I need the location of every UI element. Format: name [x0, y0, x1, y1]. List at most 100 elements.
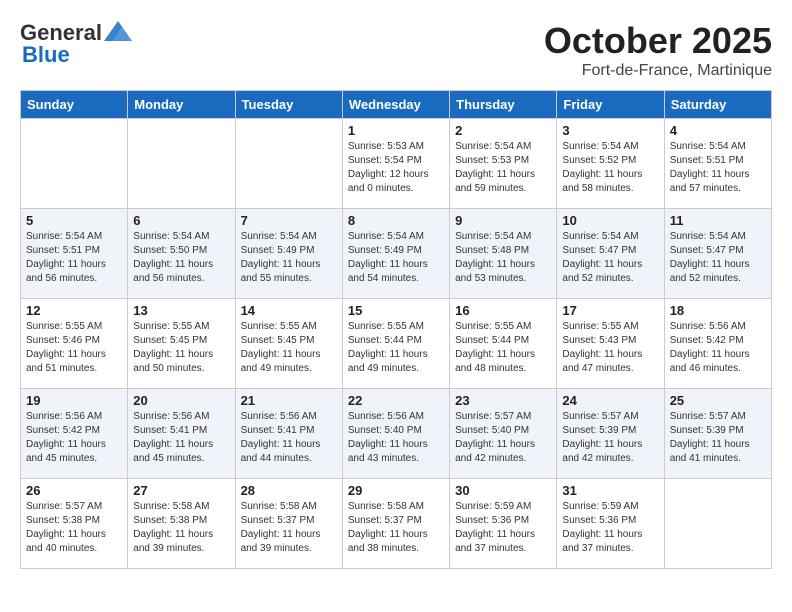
logo-blue-text: Blue: [22, 42, 70, 68]
day-info: Sunrise: 5:54 AM Sunset: 5:52 PM Dayligh…: [562, 140, 658, 196]
day-info: Sunrise: 5:55 AM Sunset: 5:46 PM Dayligh…: [26, 320, 122, 376]
calendar-day-17: 17 Sunrise: 5:55 AM Sunset: 5:43 PM Dayli…: [557, 299, 664, 389]
day-number: 8: [348, 213, 444, 228]
calendar-day-11: 11 Sunrise: 5:54 AM Sunset: 5:47 PM Dayli…: [664, 209, 771, 299]
calendar-day-9: 9 Sunrise: 5:54 AM Sunset: 5:48 PM Daylig…: [450, 209, 557, 299]
day-info: Sunrise: 5:59 AM Sunset: 5:36 PM Dayligh…: [455, 500, 551, 556]
logo-icon: [104, 21, 132, 41]
day-number: 16: [455, 303, 551, 318]
day-info: Sunrise: 5:56 AM Sunset: 5:40 PM Dayligh…: [348, 410, 444, 466]
calendar-week-3: 12 Sunrise: 5:55 AM Sunset: 5:46 PM Dayli…: [21, 299, 772, 389]
calendar-day-8: 8 Sunrise: 5:54 AM Sunset: 5:49 PM Daylig…: [342, 209, 449, 299]
day-number: 22: [348, 393, 444, 408]
calendar-day-1: 1 Sunrise: 5:53 AM Sunset: 5:54 PM Daylig…: [342, 119, 449, 209]
day-info: Sunrise: 5:55 AM Sunset: 5:45 PM Dayligh…: [133, 320, 229, 376]
day-number: 4: [670, 123, 766, 138]
calendar-week-5: 26Sunrise: 5:57 AM Sunset: 5:38 PM Dayli…: [21, 479, 772, 569]
day-number: 5: [26, 213, 122, 228]
calendar-day-21: 21 Sunrise: 5:56 AM Sunset: 5:41 PM Dayli…: [235, 389, 342, 479]
title-block: October 2025 Fort-de-France, Martinique: [544, 20, 772, 80]
day-info: Sunrise: 5:55 AM Sunset: 5:44 PM Dayligh…: [455, 320, 551, 376]
day-number: 3: [562, 123, 658, 138]
day-info: Sunrise: 5:55 AM Sunset: 5:45 PM Dayligh…: [241, 320, 337, 376]
weekday-header-row: SundayMondayTuesdayWednesdayThursdayFrid…: [21, 91, 772, 119]
day-info: Sunrise: 5:59 AM Sunset: 5:36 PM Dayligh…: [562, 500, 658, 556]
day-number: 25: [670, 393, 766, 408]
day-number: 2: [455, 123, 551, 138]
weekday-header-monday: Monday: [128, 91, 235, 119]
day-number: 11: [670, 213, 766, 228]
calendar-day-14: 14 Sunrise: 5:55 AM Sunset: 5:45 PM Dayli…: [235, 299, 342, 389]
calendar-empty-cell: [664, 479, 771, 569]
day-info: Sunrise: 5:54 AM Sunset: 5:48 PM Dayligh…: [455, 230, 551, 286]
calendar-day-13: 13Sunrise: 5:55 AM Sunset: 5:45 PM Dayli…: [128, 299, 235, 389]
day-info: Sunrise: 5:54 AM Sunset: 5:49 PM Dayligh…: [348, 230, 444, 286]
calendar-table: SundayMondayTuesdayWednesdayThursdayFrid…: [20, 90, 772, 569]
day-info: Sunrise: 5:54 AM Sunset: 5:47 PM Dayligh…: [670, 230, 766, 286]
day-info: Sunrise: 5:56 AM Sunset: 5:41 PM Dayligh…: [133, 410, 229, 466]
day-number: 21: [241, 393, 337, 408]
calendar-day-4: 4 Sunrise: 5:54 AM Sunset: 5:51 PM Daylig…: [664, 119, 771, 209]
day-number: 31: [562, 483, 658, 498]
day-info: Sunrise: 5:56 AM Sunset: 5:41 PM Dayligh…: [241, 410, 337, 466]
logo: General Blue: [20, 20, 132, 68]
day-number: 18: [670, 303, 766, 318]
day-number: 1: [348, 123, 444, 138]
day-info: Sunrise: 5:55 AM Sunset: 5:44 PM Dayligh…: [348, 320, 444, 376]
day-number: 7: [241, 213, 337, 228]
month-title: October 2025: [544, 20, 772, 62]
calendar-day-30: 30 Sunrise: 5:59 AM Sunset: 5:36 PM Dayli…: [450, 479, 557, 569]
day-info: Sunrise: 5:57 AM Sunset: 5:38 PM Dayligh…: [26, 500, 122, 556]
day-number: 6: [133, 213, 229, 228]
calendar-day-28: 28Sunrise: 5:58 AM Sunset: 5:37 PM Dayli…: [235, 479, 342, 569]
page-header: General Blue October 2025 Fort-de-France…: [20, 20, 772, 80]
weekday-header-sunday: Sunday: [21, 91, 128, 119]
calendar-week-2: 5Sunrise: 5:54 AM Sunset: 5:51 PM Daylig…: [21, 209, 772, 299]
day-number: 17: [562, 303, 658, 318]
weekday-header-thursday: Thursday: [450, 91, 557, 119]
day-info: Sunrise: 5:54 AM Sunset: 5:50 PM Dayligh…: [133, 230, 229, 286]
calendar-day-10: 10Sunrise: 5:54 AM Sunset: 5:47 PM Dayli…: [557, 209, 664, 299]
calendar-day-20: 20 Sunrise: 5:56 AM Sunset: 5:41 PM Dayli…: [128, 389, 235, 479]
day-number: 24: [562, 393, 658, 408]
day-info: Sunrise: 5:54 AM Sunset: 5:47 PM Dayligh…: [562, 230, 658, 286]
calendar-day-22: 22 Sunrise: 5:56 AM Sunset: 5:40 PM Dayli…: [342, 389, 449, 479]
calendar-day-12: 12 Sunrise: 5:55 AM Sunset: 5:46 PM Dayli…: [21, 299, 128, 389]
day-info: Sunrise: 5:56 AM Sunset: 5:42 PM Dayligh…: [26, 410, 122, 466]
day-number: 28: [241, 483, 337, 498]
calendar-body: 1 Sunrise: 5:53 AM Sunset: 5:54 PM Daylig…: [21, 119, 772, 569]
calendar-day-6: 6 Sunrise: 5:54 AM Sunset: 5:50 PM Daylig…: [128, 209, 235, 299]
day-number: 30: [455, 483, 551, 498]
weekday-header-saturday: Saturday: [664, 91, 771, 119]
calendar-day-27: 27Sunrise: 5:58 AM Sunset: 5:38 PM Dayli…: [128, 479, 235, 569]
day-number: 20: [133, 393, 229, 408]
calendar-day-19: 19Sunrise: 5:56 AM Sunset: 5:42 PM Dayli…: [21, 389, 128, 479]
calendar-day-18: 18 Sunrise: 5:56 AM Sunset: 5:42 PM Dayli…: [664, 299, 771, 389]
calendar-day-23: 23 Sunrise: 5:57 AM Sunset: 5:40 PM Dayli…: [450, 389, 557, 479]
day-info: Sunrise: 5:56 AM Sunset: 5:42 PM Dayligh…: [670, 320, 766, 376]
calendar-empty-cell: [128, 119, 235, 209]
calendar-day-29: 29 Sunrise: 5:58 AM Sunset: 5:37 PM Dayli…: [342, 479, 449, 569]
calendar-day-31: 31 Sunrise: 5:59 AM Sunset: 5:36 PM Dayli…: [557, 479, 664, 569]
day-number: 27: [133, 483, 229, 498]
day-info: Sunrise: 5:55 AM Sunset: 5:43 PM Dayligh…: [562, 320, 658, 376]
day-info: Sunrise: 5:58 AM Sunset: 5:37 PM Dayligh…: [348, 500, 444, 556]
calendar-empty-cell: [21, 119, 128, 209]
day-number: 9: [455, 213, 551, 228]
calendar-day-2: 2 Sunrise: 5:54 AM Sunset: 5:53 PM Daylig…: [450, 119, 557, 209]
calendar-day-25: 25 Sunrise: 5:57 AM Sunset: 5:39 PM Dayli…: [664, 389, 771, 479]
day-number: 15: [348, 303, 444, 318]
day-info: Sunrise: 5:57 AM Sunset: 5:39 PM Dayligh…: [562, 410, 658, 466]
calendar-day-26: 26Sunrise: 5:57 AM Sunset: 5:38 PM Dayli…: [21, 479, 128, 569]
day-number: 12: [26, 303, 122, 318]
day-info: Sunrise: 5:57 AM Sunset: 5:39 PM Dayligh…: [670, 410, 766, 466]
day-number: 14: [241, 303, 337, 318]
day-info: Sunrise: 5:57 AM Sunset: 5:40 PM Dayligh…: [455, 410, 551, 466]
weekday-header-tuesday: Tuesday: [235, 91, 342, 119]
day-number: 29: [348, 483, 444, 498]
day-info: Sunrise: 5:54 AM Sunset: 5:53 PM Dayligh…: [455, 140, 551, 196]
day-info: Sunrise: 5:53 AM Sunset: 5:54 PM Dayligh…: [348, 140, 444, 196]
day-info: Sunrise: 5:54 AM Sunset: 5:51 PM Dayligh…: [670, 140, 766, 196]
day-number: 23: [455, 393, 551, 408]
calendar-week-1: 1 Sunrise: 5:53 AM Sunset: 5:54 PM Daylig…: [21, 119, 772, 209]
